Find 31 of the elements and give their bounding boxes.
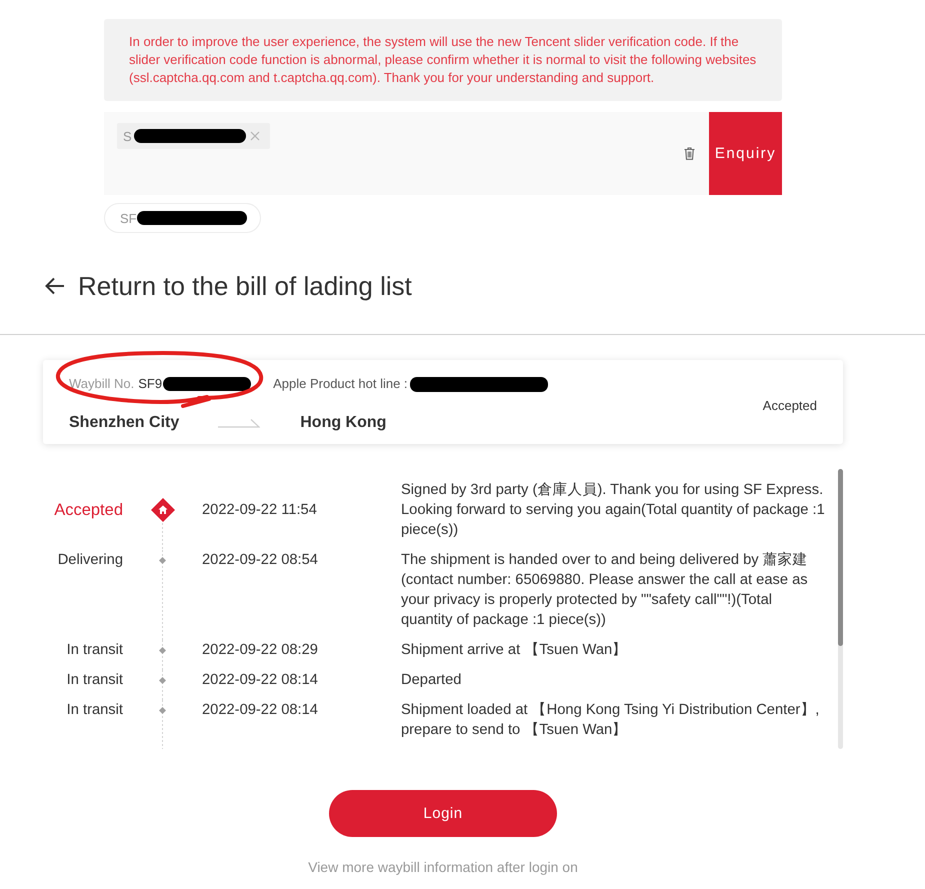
event-time: 2022-09-22 08:29	[202, 641, 319, 660]
event-time: 2022-09-22 08:14	[202, 671, 319, 690]
back-arrow-icon[interactable]	[45, 277, 65, 295]
event-description: The shipment is handed over to and being delivered by 蕭家建(contact number: 65069880. Please answer the call at ease as your privacy is properly protected by ""safety call""!)(Total quantity of package :1 piece(s))	[401, 550, 809, 630]
event-description: Departed	[401, 671, 462, 690]
status-label: Accepted	[53, 500, 123, 520]
event-description: Signed by 3rd party (倉庫人員). Thank you for using SF Express. Looking forward to serving you again(Total quantity of package :1 piece(s))	[401, 480, 825, 540]
event-description: Shipment loaded at 【Hong Kong Tsing Yi Distribution Center】, prepare to send to 【Tsuen Wan】	[401, 701, 820, 740]
waybill-tag[interactable]: S	[117, 123, 270, 149]
trash-icon[interactable]	[684, 147, 695, 160]
origin-city: Shenzhen City	[69, 413, 180, 433]
event-time: 2022-09-22 08:54	[202, 551, 319, 570]
destination-city: Hong Kong	[300, 413, 386, 433]
status-label: In transit	[66, 701, 123, 720]
login-button[interactable]: Login	[329, 790, 557, 837]
shipment-status: Accepted	[762, 398, 817, 412]
enquiry-button[interactable]: Enquiry	[709, 112, 782, 195]
event-description: Shipment arrive at 【Tsuen Wan】	[401, 641, 628, 660]
event-time: 2022-09-22 11:54	[202, 501, 318, 520]
status-label: Delivering	[56, 551, 123, 570]
notice-message: In order to improve the user experience, the system will use the new Tencent slider verification code. If the slider verification code function is abnormal, please confirm whether it is normal to visit the following websites (ssl.captcha.qq.com and t.captcha.qq.com). Thank you for your understanding and support.	[104, 19, 782, 101]
status-label: In transit	[66, 671, 123, 690]
waybill-number: SF9	[138, 376, 162, 392]
back-link[interactable]: Return to the bill of lading list	[45, 270, 412, 302]
hotline-label: Apple Product hot line :	[273, 376, 408, 392]
scrollbar-thumb[interactable]	[838, 469, 843, 646]
waybill-label: Waybill No.	[69, 376, 134, 392]
login-hint: View more waybill information after login on	[307, 858, 579, 876]
status-label: In transit	[66, 641, 123, 660]
event-time: 2022-09-22 08:14	[202, 701, 319, 720]
history-tag[interactable]: SF	[104, 203, 261, 233]
